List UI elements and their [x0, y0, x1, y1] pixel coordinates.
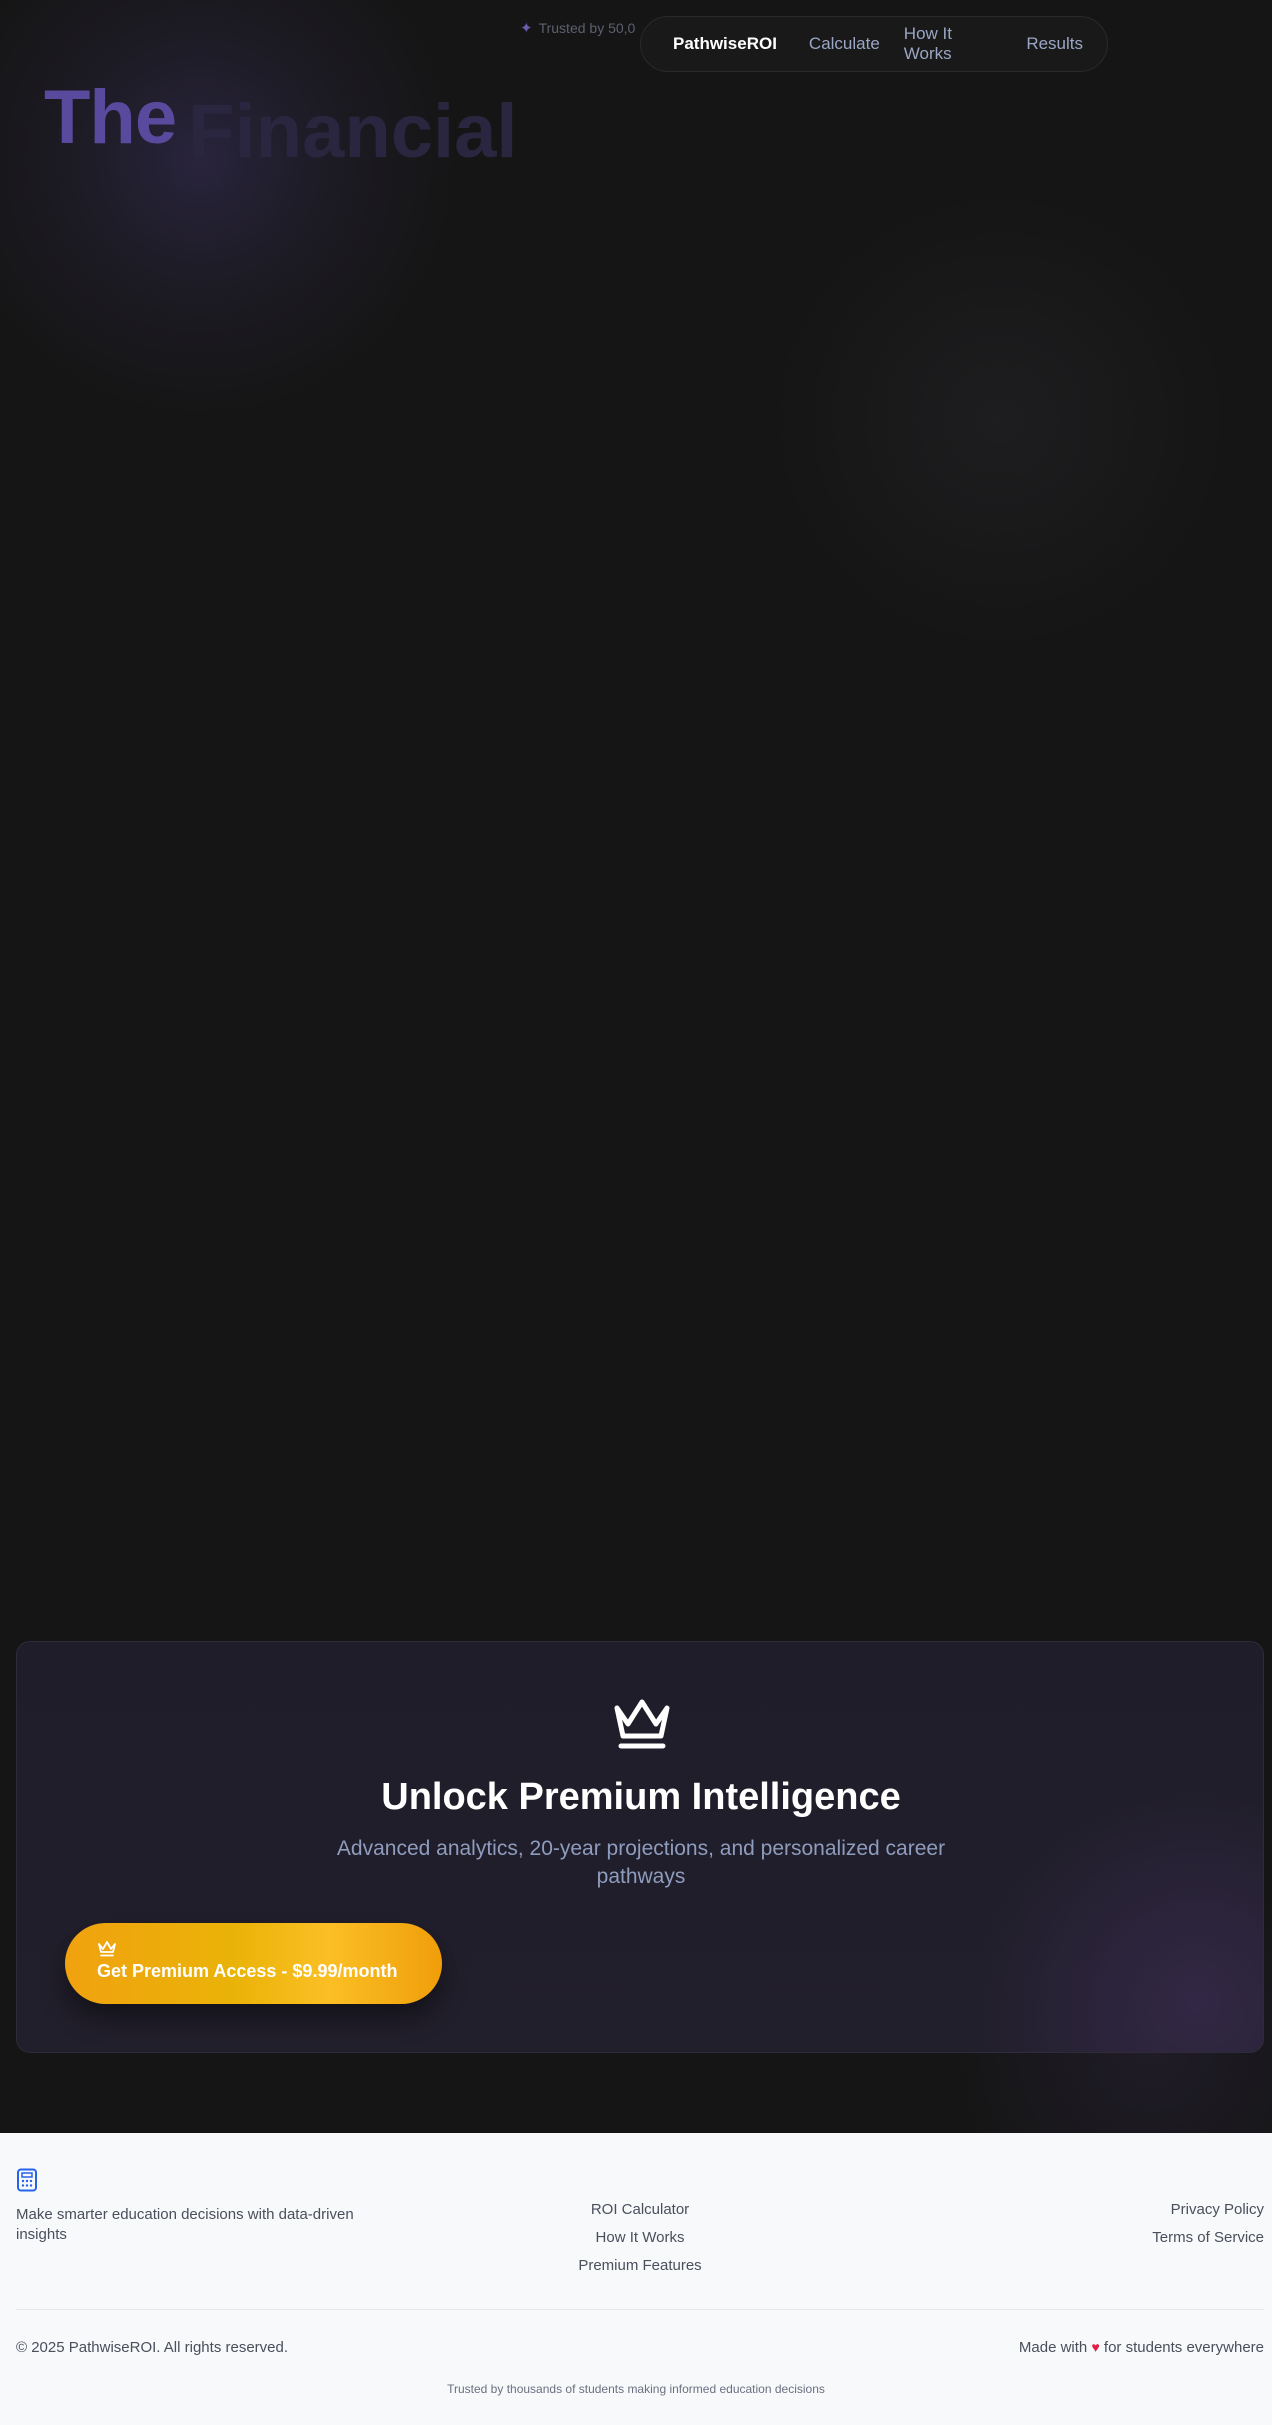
footer-trusted-text: Trusted by thousands of students making … [447, 2382, 825, 2396]
premium-title: Unlock Premium Intelligence [381, 1776, 901, 1818]
trusted-badge: ✦ Trusted by 50,0 [520, 19, 635, 37]
trusted-badge-text: Trusted by 50,0 [538, 20, 636, 36]
footer-links: ROI Calculator How It Works Premium Feat… [500, 2201, 780, 2285]
nav-link-results[interactable]: Results [1026, 34, 1083, 54]
nav-link-calculate[interactable]: Calculate [809, 34, 880, 54]
premium-upsell-card: Unlock Premium Intelligence Advanced ana… [16, 1641, 1264, 2053]
footer-tagline: Make smarter education decisions with da… [16, 2206, 354, 2243]
made-with-suffix: for students everywhere [1103, 2339, 1264, 2356]
brand-logo-text[interactable]: PathwiseROI [673, 34, 777, 54]
footer-link-privacy-policy[interactable]: Privacy Policy [1152, 2201, 1264, 2219]
hero-headline: The Financial [44, 74, 518, 174]
footer-link-roi-calculator[interactable]: ROI Calculator [500, 2201, 780, 2219]
premium-subtitle: Advanced analytics, 20-year projections,… [336, 1837, 946, 1888]
crown-icon [98, 1941, 116, 1957]
get-premium-button-label: Get Premium Access - $9.99/month [97, 1961, 398, 1981]
footer-divider [16, 2309, 1264, 2310]
get-premium-button[interactable]: Get Premium Access - $9.99/month [65, 1923, 442, 2004]
footer-link-how-it-works[interactable]: How It Works [500, 2229, 780, 2247]
nav-link-how-it-works[interactable]: How It Works [904, 24, 1003, 64]
calculator-icon [17, 2168, 37, 2192]
made-with-prefix: Made with [1018, 2339, 1088, 2356]
site-footer: Make smarter education decisions with da… [0, 2133, 1272, 2425]
made-with-love: Made with ♥ for students everywhere [1019, 2339, 1264, 2356]
hero-section: ✦ Trusted by 50,0 PathwiseROI Calculate … [0, 0, 1272, 2133]
sparkle-icon: ✦ [520, 20, 533, 37]
copyright-text: © 2025 PathwiseROI. All rights reserved. [16, 2339, 289, 2356]
footer-legal-links: Privacy Policy Terms of Service [1152, 2201, 1264, 2257]
hero-headline-word-2: Financial [188, 89, 518, 174]
top-navbar: PathwiseROI Calculate How It Works Resul… [640, 16, 1108, 72]
hero-headline-word-1: The [44, 75, 177, 160]
footer-link-premium-features[interactable]: Premium Features [500, 2257, 780, 2275]
heart-icon: ♥ [1091, 2339, 1100, 2355]
crown-icon [614, 1699, 670, 1749]
footer-link-terms-of-service[interactable]: Terms of Service [1152, 2229, 1264, 2247]
